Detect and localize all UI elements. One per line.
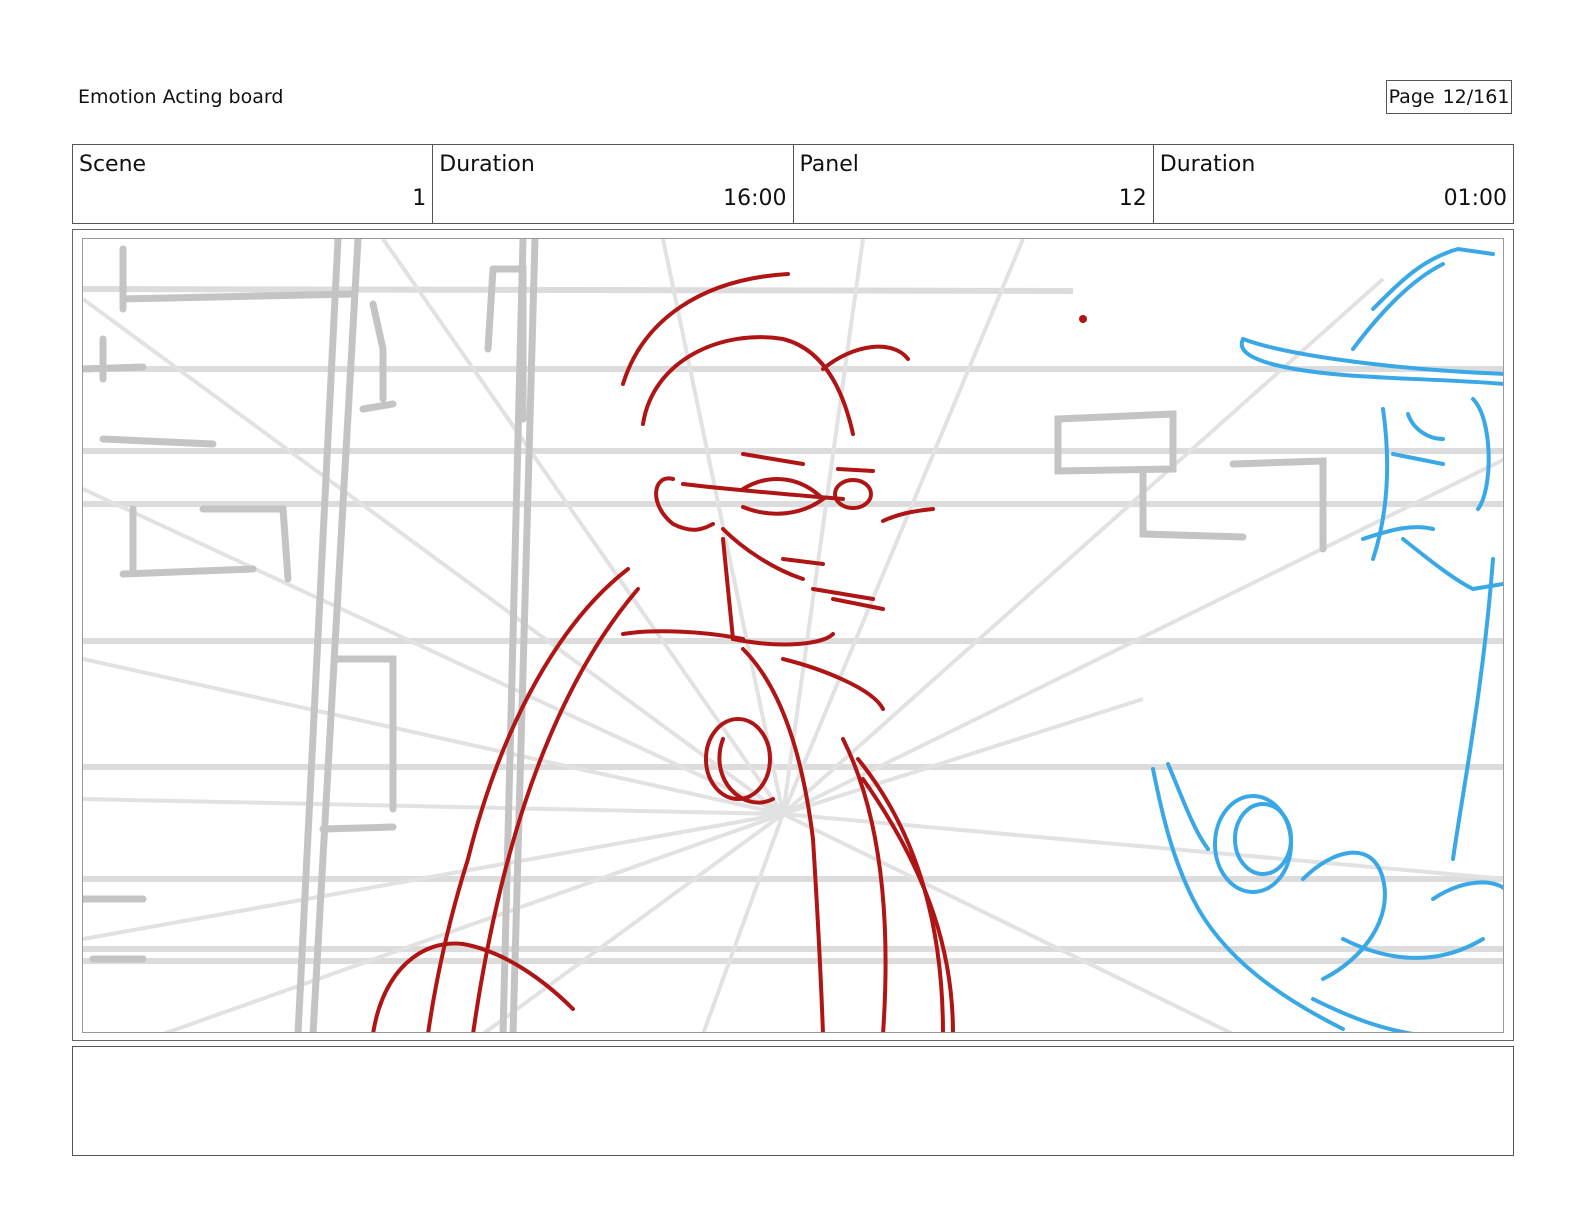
scene-duration-label: Duration <box>439 152 535 177</box>
page-label: Page <box>1388 86 1435 108</box>
page-number: 12/161 <box>1442 86 1510 108</box>
storyboard-panel-image <box>82 238 1504 1033</box>
storyboard-sketch <box>83 239 1503 1032</box>
panel-cell: Panel 12 <box>794 145 1154 223</box>
panel-duration-value: 01:00 <box>1443 186 1507 211</box>
scene-duration-cell: Duration 16:00 <box>433 145 794 223</box>
panel-value: 12 <box>1118 186 1147 211</box>
notes-box <box>72 1046 1514 1156</box>
panel-duration-cell: Duration 01:00 <box>1154 145 1513 223</box>
panel-label: Panel <box>799 152 859 177</box>
scene-value: 1 <box>412 186 427 211</box>
scene-duration-value: 16:00 <box>723 186 787 211</box>
board-title: Emotion Acting board <box>78 86 284 108</box>
panel-info-row: Scene 1 Duration 16:00 Panel 12 Duration… <box>72 144 1514 224</box>
panel-duration-label: Duration <box>1159 152 1256 177</box>
scene-label: Scene <box>79 152 147 177</box>
perspective-rays <box>83 239 1503 1032</box>
main-character-sketch <box>371 272 1087 1032</box>
page-indicator: Page 12/161 <box>1386 80 1512 114</box>
background-buildings <box>83 239 1327 1032</box>
scene-cell: Scene 1 <box>73 145 434 223</box>
